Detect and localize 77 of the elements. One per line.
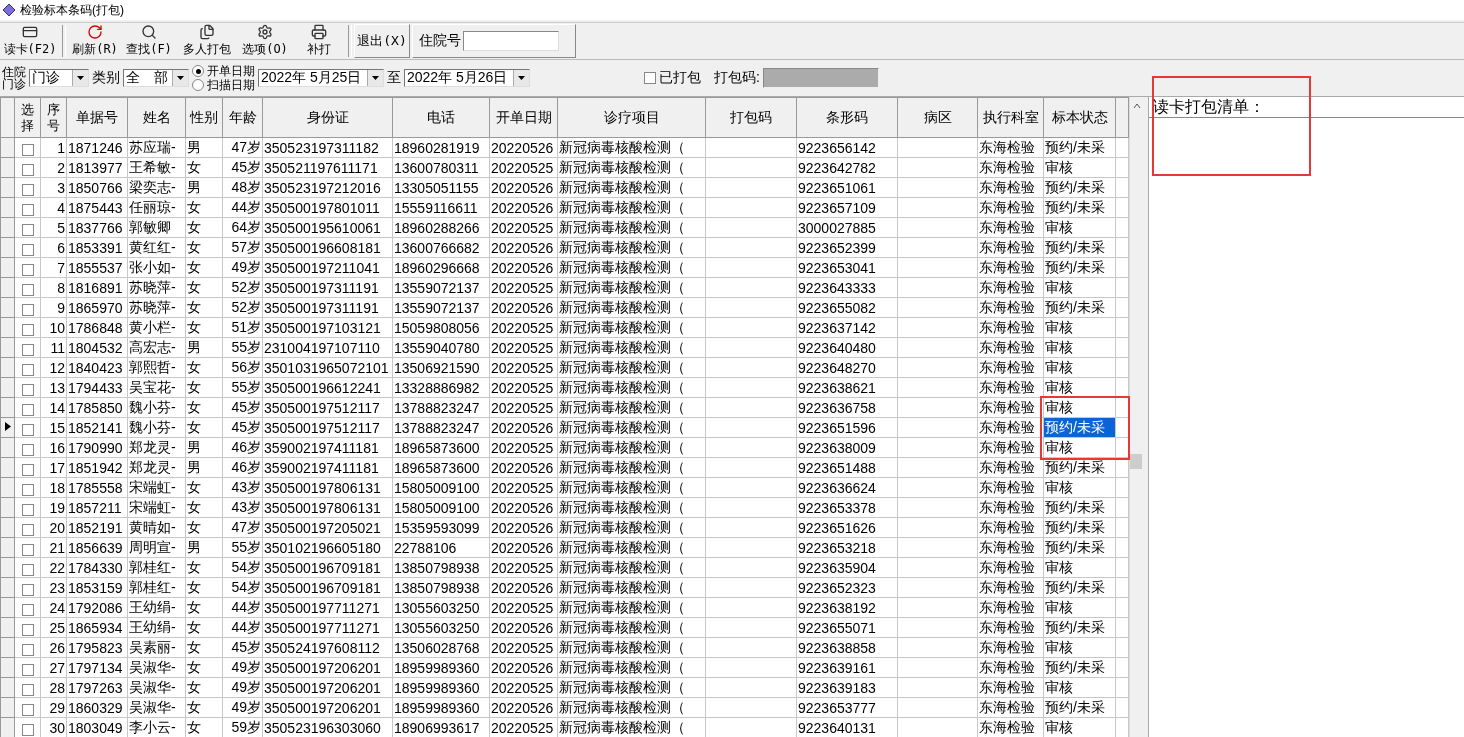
end-date-picker[interactable]: 2022年 5月26日 xyxy=(404,69,530,87)
row-checkbox[interactable] xyxy=(21,603,34,616)
row-checkbox[interactable] xyxy=(21,523,34,536)
column-header[interactable]: 电话 xyxy=(392,97,490,138)
pack-list-title: 读卡打包清单： xyxy=(1149,97,1464,118)
row-checkbox[interactable] xyxy=(21,623,34,636)
row-checkbox[interactable] xyxy=(21,283,34,296)
documents-icon xyxy=(199,24,215,40)
row-checkbox[interactable] xyxy=(21,243,34,256)
column-header[interactable]: 条形码 xyxy=(796,97,898,138)
search-icon xyxy=(141,24,157,40)
scrollbar[interactable] xyxy=(1129,97,1142,737)
row-checkbox[interactable] xyxy=(21,683,34,696)
column-header[interactable]: 性别 xyxy=(185,97,223,138)
column-header[interactable]: 诊疗项目 xyxy=(557,97,706,138)
row-checkbox[interactable] xyxy=(21,163,34,176)
row-checkbox[interactable] xyxy=(21,563,34,576)
row-checkbox[interactable] xyxy=(21,423,34,436)
date-type-radio[interactable]: 扫描日期 xyxy=(192,78,255,92)
row-checkbox[interactable] xyxy=(21,703,34,716)
column-header[interactable]: 选择 xyxy=(14,97,41,138)
card-reader-icon xyxy=(22,24,38,40)
pack-code-label: 打包码: xyxy=(714,69,760,87)
start-date-picker[interactable]: 2022年 5月25日 xyxy=(258,69,384,87)
printer-icon xyxy=(311,24,327,40)
row-checkbox[interactable] xyxy=(21,323,34,336)
column-header[interactable]: 执行科室 xyxy=(977,97,1044,138)
row-checkbox[interactable] xyxy=(21,183,34,196)
row-header[interactable] xyxy=(0,417,15,438)
caret-icon xyxy=(372,76,379,80)
row-checkbox[interactable] xyxy=(21,503,34,516)
caret-icon xyxy=(518,76,525,80)
row-checkbox[interactable] xyxy=(21,363,34,376)
caret-icon xyxy=(77,76,84,80)
scroll-thumb[interactable] xyxy=(1130,454,1142,469)
column-header[interactable]: 开单日期 xyxy=(489,97,558,138)
category-label: 类别 xyxy=(92,69,120,87)
current-row-icon xyxy=(4,422,11,431)
exit-button[interactable]: 退出(X) xyxy=(354,24,410,58)
settings-icon xyxy=(257,24,273,40)
row-checkbox[interactable] xyxy=(21,383,34,396)
column-header[interactable]: 年龄 xyxy=(222,97,263,138)
column-header[interactable]: 序号 xyxy=(40,97,67,138)
row-checkbox[interactable] xyxy=(21,643,34,656)
row-checkbox[interactable] xyxy=(21,303,34,316)
row-checkbox[interactable] xyxy=(21,483,34,496)
source-dropdown[interactable]: 门诊 xyxy=(29,69,89,87)
source-label: 住院门诊 xyxy=(2,66,26,90)
date-type-radio[interactable]: 开单日期 xyxy=(192,64,255,78)
row-checkbox[interactable] xyxy=(21,543,34,556)
to-label: 至 xyxy=(387,69,401,87)
column-header[interactable]: 病区 xyxy=(897,97,978,138)
column-header[interactable]: 身份证 xyxy=(262,97,393,138)
row-checkbox[interactable] xyxy=(21,463,34,476)
row-checkbox[interactable] xyxy=(21,403,34,416)
inpatient-label: 住院号 xyxy=(419,32,461,50)
refresh-icon xyxy=(87,24,103,40)
row-checkbox[interactable] xyxy=(21,223,34,236)
column-header[interactable]: 标本状态 xyxy=(1043,97,1116,138)
caret-icon xyxy=(177,76,184,80)
row-checkbox[interactable] xyxy=(21,343,34,356)
row-checkbox[interactable] xyxy=(21,263,34,276)
packed-label: 已打包 xyxy=(659,69,701,87)
app-icon xyxy=(2,3,16,17)
row-checkbox[interactable] xyxy=(21,443,34,456)
row-checkbox[interactable] xyxy=(21,583,34,596)
row-checkbox[interactable] xyxy=(21,663,34,676)
column-header[interactable]: 打包码 xyxy=(705,97,797,138)
row-checkbox[interactable] xyxy=(21,143,34,156)
row-checkbox[interactable] xyxy=(21,203,34,216)
column-header[interactable]: 单据号 xyxy=(66,97,128,138)
inpatient-number-field[interactable] xyxy=(463,31,559,51)
row-checkbox[interactable] xyxy=(21,723,34,736)
column-header[interactable]: 姓名 xyxy=(127,97,186,138)
category-dropdown[interactable]: 全 部 xyxy=(123,69,189,87)
packed-checkbox[interactable] xyxy=(644,72,656,84)
window-title: 检验标本条码(打包) xyxy=(20,1,124,19)
